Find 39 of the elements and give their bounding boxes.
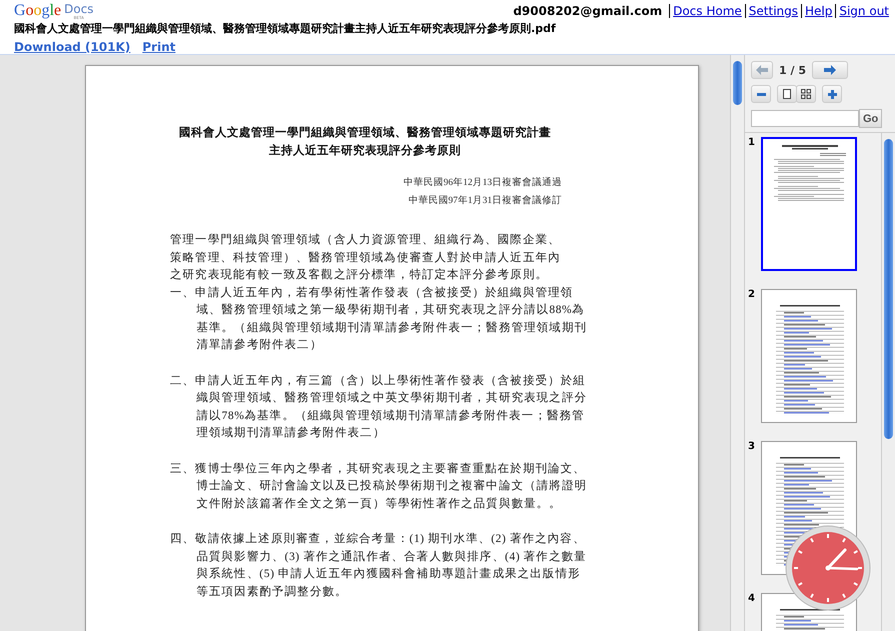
zoom-out-button[interactable] [751,85,771,103]
list-item-text: 一、申請人近五年內，若有學術性著作發表（含被接受）於組織與管理領域、醫務管理領域之第一級學術期刊者，其研究表現之評分請以88%為基準。（組織與管理領域期刊清單請參考附件表一；醫務管理領域期刊清單請參考附件表二） [170,285,588,353]
action-link[interactable]: Download (101K) [14,40,130,54]
page-number: 4 [748,593,756,606]
minus-icon [756,92,766,96]
zoom-in-button[interactable] [822,85,842,103]
page-thumbnail[interactable]: 2 [748,289,881,423]
single-page-view-button[interactable] [777,85,797,103]
right-arrow-icon [824,65,836,75]
list-item-text: 三、獲博士學位三年內之學者，其研究表現之主要審查重點在於期刊論文、博士論文、研討會論文以及已投稿於學術期刊之複審中論文（請將證明文件附於該篇著作全文之第一頁）等學術性著作之品質與數量。。 [170,461,588,512]
go-button[interactable]: Go [859,109,882,128]
vertical-scrollbar[interactable] [730,55,744,631]
page-number: 3 [748,441,756,454]
revision-date: 中華民國96年12月13日複審會議通過 [404,176,562,190]
page-number: 1 [748,137,756,150]
page-thumbnail[interactable]: 1 [748,137,881,271]
revision-date: 中華民國97年1月31日複審會議修訂 [408,194,562,208]
list-item-text: 二、申請人近五年內，有三篇（含）以上學術性著作發表（含被接受）於組織與管理領域、醫務管理領域之中英文學術期刊者，其研究表現之評分請以78%為基準。（組織與管理領域期刊清單請參考附件表一；醫務管理領域期刊清單請參考附件表二） [170,373,588,441]
page-icon [783,89,791,99]
file-title: 國科會人文處管理一學門組織與管理領域、醫務管理領域專題研究計畫主持人近五年研究表現評分參考原則.pdf [14,21,557,36]
header-link[interactable]: Sign out [835,4,889,18]
page-indicator: 1 / 5 [779,64,806,76]
header-link[interactable]: Settings [744,4,798,18]
action-link[interactable]: Print [142,40,176,54]
left-arrow-icon [756,65,768,75]
header-link[interactable]: Help [801,4,832,18]
plus-icon [828,90,836,98]
grid-view-button[interactable] [796,85,816,103]
page-number-field[interactable] [751,110,859,127]
next-page-button[interactable] [812,61,848,79]
header-link[interactable]: Docs Home [669,4,742,18]
document-title: 國科會人文處管理一學門組織與管理領域、醫務管理領域專題研究計畫 [178,125,552,141]
list-item-text: 四、敬請依據上述原則審查，並綜合考量：(1) 期刊水準、(2) 著作之內容、品質與影響力、(3) 著作之通訊作者、合著人數與排序、(4) 著作之數量與系統性、(5) 申請人近五年內獲國科會補助專題計畫成果之出版情形等五項因素酌予調整分數。 [170,531,588,600]
grid-icon [801,89,811,99]
page-number: 2 [748,289,756,302]
intro-paragraph: 管理一學門組織與管理領域（含人力資源管理、組織行為、國際企業、策略管理、科技管理）、醫務管理領域為使審查人對於申請人近五年內之研究表現能有較一致及客觀之評分標準，特訂定本評分參考原則。 [170,232,562,283]
document-title: 主持人近五年研究表現評分參考原則 [268,143,462,159]
account-email: d9008202@gmail.com [513,4,662,18]
vertical-scrollbar[interactable] [881,133,895,631]
